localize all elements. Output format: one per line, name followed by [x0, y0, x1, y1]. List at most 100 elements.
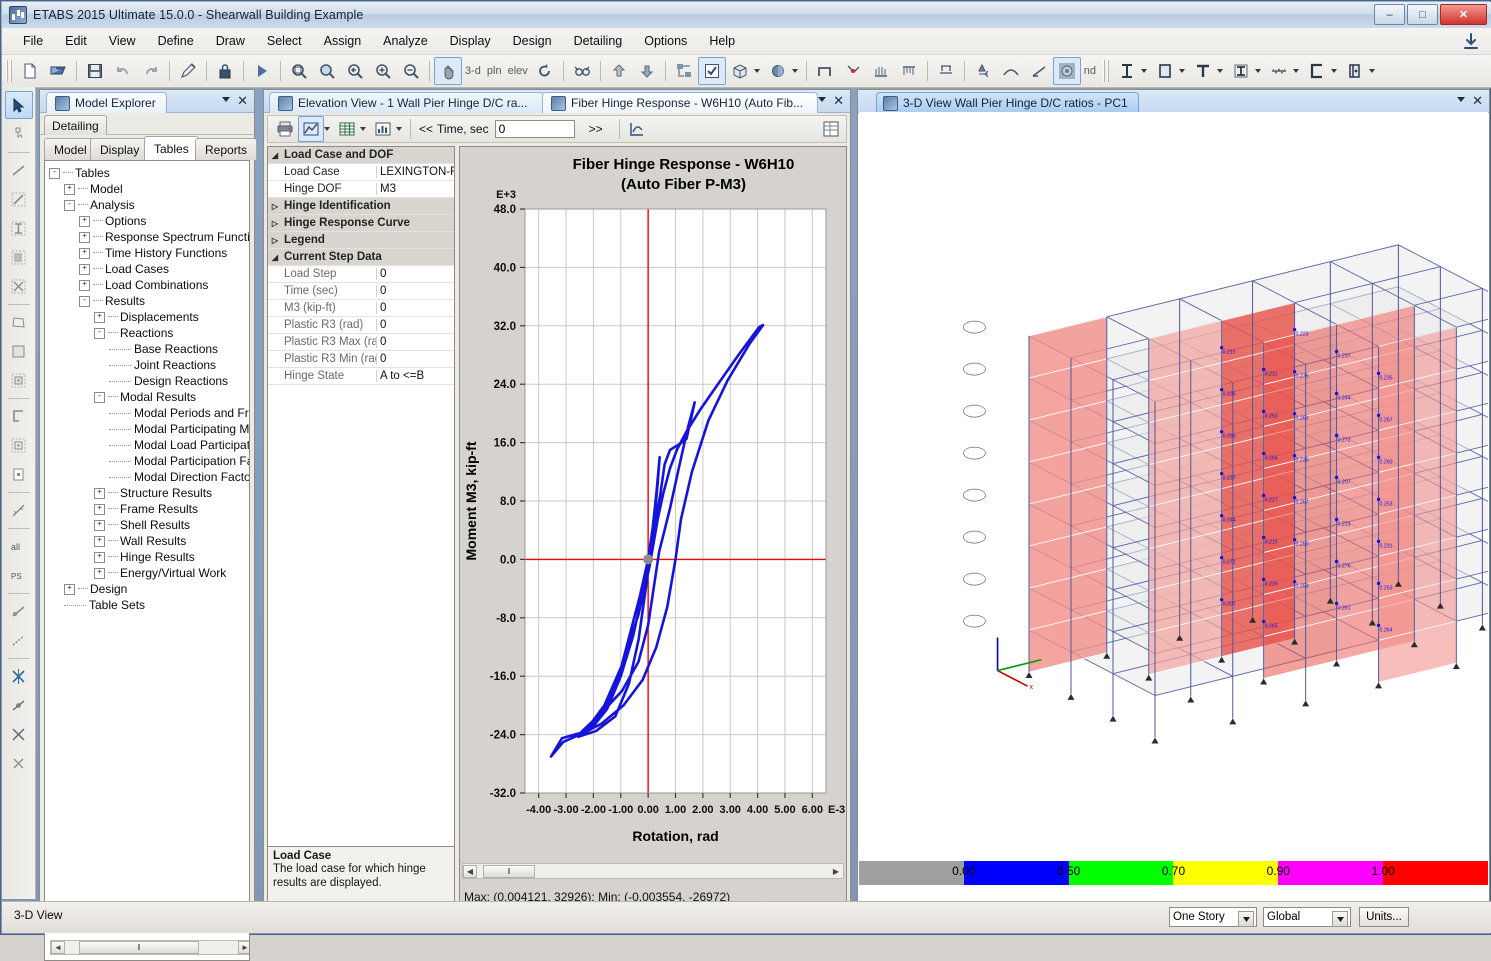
display-options-icon[interactable] — [568, 57, 596, 85]
menu-select[interactable]: Select — [256, 31, 313, 51]
tree-item-structure-results[interactable]: + Structure Results — [47, 485, 247, 501]
wall-section-icon[interactable] — [1341, 57, 1369, 85]
properties-grid-icon[interactable] — [818, 116, 844, 142]
expand-icon[interactable]: + — [79, 247, 90, 259]
brace-section-icon[interactable] — [1265, 57, 1293, 85]
chart-dropdown-icon[interactable] — [396, 127, 402, 131]
tab-reports[interactable]: Reports — [195, 138, 258, 160]
expand-icon[interactable]: ▷ — [268, 219, 282, 228]
close-icon[interactable]: ✕ — [833, 93, 844, 109]
angle-icon[interactable] — [1025, 57, 1053, 85]
new-file-icon[interactable] — [16, 57, 44, 85]
property-row-plastic-r3-max-rad[interactable]: Plastic R3 Max (rad 0 — [268, 334, 454, 351]
rotate-view-icon[interactable] — [531, 57, 559, 85]
menu-assign[interactable]: Assign — [313, 31, 373, 51]
property-group-legend[interactable]: ▷ Legend — [268, 232, 454, 249]
ibeam-dropdown-icon[interactable] — [1255, 69, 1262, 73]
view-elev-label[interactable]: elev — [505, 65, 531, 77]
view-plan-label[interactable]: pln — [484, 65, 505, 77]
draw-line-icon[interactable] — [5, 156, 33, 184]
tab-model[interactable]: Model — [44, 138, 97, 160]
menu-analyze[interactable]: Analyze — [372, 31, 438, 51]
tree-item-options[interactable]: + Options — [47, 213, 247, 229]
extrude-view-icon[interactable] — [726, 57, 754, 85]
node-label[interactable]: nd — [1081, 65, 1099, 77]
lock-icon[interactable] — [211, 57, 239, 85]
tree-item-load-cases[interactable]: + Load Cases — [47, 261, 247, 277]
channel-dropdown-icon[interactable] — [1331, 69, 1338, 73]
property-value[interactable]: 0 — [376, 268, 454, 280]
animate-icon[interactable] — [624, 116, 650, 142]
time-input[interactable]: 0 — [494, 120, 575, 138]
property-row-load-step[interactable]: Load Step 0 — [268, 266, 454, 283]
previous-selection-icon[interactable]: PS — [5, 561, 33, 589]
collapse-icon[interactable]: - — [49, 167, 60, 179]
expand-icon[interactable]: + — [64, 583, 75, 595]
property-value[interactable]: LEXINGTON-FI — [376, 166, 454, 178]
tee-section-icon[interactable] — [1189, 57, 1217, 85]
property-row-plastic-r3-rad[interactable]: Plastic R3 (rad) 0 — [268, 317, 454, 334]
snap-perpendicular-icon[interactable] — [5, 720, 33, 748]
tree-item-time-history-functions[interactable]: + Time History Functions — [47, 245, 247, 261]
clear-selection-icon[interactable] — [5, 597, 33, 625]
expand-icon[interactable]: + — [79, 231, 90, 243]
pointer-select-icon[interactable] — [4, 91, 33, 119]
menu-options[interactable]: Options — [633, 31, 698, 51]
property-row-m3-kip-ft[interactable]: M3 (kip-ft) 0 — [268, 300, 454, 317]
extrude-dropdown-icon[interactable] — [753, 69, 760, 73]
support-icon[interactable] — [969, 57, 997, 85]
tree-item-modal-participating-mas[interactable]: Modal Participating Mas — [47, 421, 249, 437]
property-row-load-case[interactable]: Load Case LEXINGTON-FI — [268, 164, 454, 181]
tree-item-model[interactable]: + Model — [47, 181, 247, 197]
draw-point-icon[interactable] — [5, 460, 33, 488]
close-button[interactable]: ✕ — [1440, 4, 1487, 25]
property-value[interactable]: 0 — [376, 336, 454, 348]
draw-frame-icon[interactable] — [5, 185, 33, 213]
tree-item-response-spectrum-functions[interactable]: + Response Spectrum Functions — [47, 229, 249, 245]
chevron-down-icon[interactable] — [818, 97, 826, 102]
plot-options-dropdown-icon[interactable] — [324, 127, 330, 131]
reshape-object-icon[interactable] — [5, 120, 33, 148]
view-3d-canvas[interactable]: 0.207 0.253 0.265 0.261 0.264 0.272 0.260 0.235… — [859, 112, 1488, 864]
beam-section-icon[interactable] — [1113, 57, 1141, 85]
tree-item-design[interactable]: + Design — [47, 581, 247, 597]
tree-item-frame-results[interactable]: + Frame Results — [47, 501, 247, 517]
tree-item-energy-virtual-work[interactable]: + Energy/Virtual Work — [47, 565, 247, 581]
tree-item-hinge-results[interactable]: + Hinge Results — [47, 549, 247, 565]
check-model-icon[interactable] — [697, 57, 726, 85]
select-all-objects-icon[interactable]: all — [5, 532, 33, 560]
menu-file[interactable]: File — [12, 31, 54, 51]
collapse-icon[interactable]: ◢ — [268, 151, 282, 160]
menu-view[interactable]: View — [98, 31, 147, 51]
collapse-icon[interactable]: - — [79, 295, 90, 307]
tree-item-modal-load-participatio[interactable]: Modal Load Participatio — [47, 437, 249, 453]
redo-icon[interactable] — [137, 57, 165, 85]
expand-icon[interactable]: + — [94, 519, 105, 531]
pan-hand-icon[interactable] — [434, 57, 462, 85]
model-explorer-tab[interactable]: Model Explorer — [46, 92, 167, 113]
zoom-full-icon[interactable] — [313, 57, 341, 85]
tab-3d-view[interactable]: 3-D View Wall Pier Hinge D/C ratios - PC… — [876, 92, 1139, 113]
close-icon[interactable]: ✕ — [237, 93, 248, 109]
chevron-down-icon[interactable] — [1332, 911, 1348, 927]
bridge-icon[interactable] — [997, 57, 1025, 85]
maximize-button[interactable]: □ — [1407, 4, 1438, 25]
property-value[interactable]: 0 — [376, 319, 454, 331]
tree-item-shell-results[interactable]: + Shell Results — [47, 517, 247, 533]
select-all-icon[interactable] — [670, 57, 698, 85]
tab-tables[interactable]: Tables — [144, 136, 199, 161]
property-row-hinge-state[interactable]: Hinge State A to <=B — [268, 368, 454, 385]
coordinate-selector[interactable]: Global — [1263, 907, 1351, 927]
column-section-icon[interactable] — [1151, 57, 1179, 85]
previous-step-button[interactable]: << — [419, 122, 433, 136]
expand-icon[interactable]: + — [64, 183, 75, 195]
story-selector[interactable]: One Story — [1169, 907, 1257, 927]
frame-object-icon[interactable] — [811, 57, 839, 85]
tree-item-analysis[interactable]: - Analysis — [47, 197, 247, 213]
property-group-current-step-data[interactable]: ◢ Current Step Data — [268, 249, 454, 266]
expand-icon[interactable]: + — [79, 215, 90, 227]
property-value[interactable]: 0 — [376, 302, 454, 314]
table-dropdown-icon[interactable] — [360, 127, 366, 131]
expand-icon[interactable]: + — [79, 263, 90, 275]
property-group-hinge-identification[interactable]: ▷ Hinge Identification — [268, 198, 454, 215]
